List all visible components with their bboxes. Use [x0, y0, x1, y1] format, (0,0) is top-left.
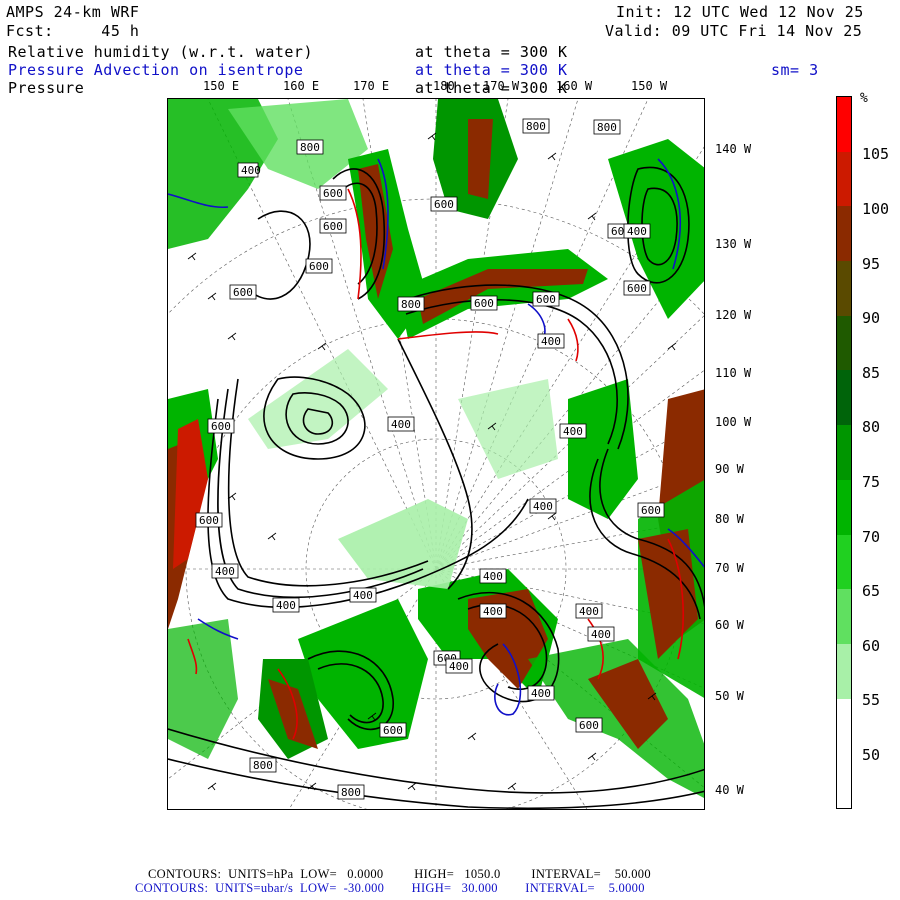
colorbar-label: 95: [862, 255, 881, 273]
contour-label: 600: [434, 198, 454, 211]
contour-label: 400: [579, 605, 599, 618]
contour-label: 600: [627, 282, 647, 295]
contour-label: 400: [353, 589, 373, 602]
weather-map-page: AMPS 24-km WRF Fcst: 45 h Init: 12 UTC W…: [0, 0, 900, 900]
field1-name: Relative humidity (w.r.t. water): [8, 43, 313, 61]
lon-label: 170 E: [353, 79, 390, 93]
colorbar-segment: [837, 753, 851, 809]
contour-label: 800: [300, 141, 320, 154]
colorbar-label: 50: [862, 746, 881, 764]
colorbar-segment: [837, 206, 851, 262]
forecast-hour: Fcst: 45 h: [6, 22, 140, 40]
colorbar-segment: [837, 643, 851, 700]
field3-name: Pressure: [8, 79, 85, 97]
lon-label: 160 E: [283, 79, 320, 93]
contour-label: 800: [526, 120, 546, 133]
contour-label: 600: [474, 297, 494, 310]
colorbar-label: 75: [862, 473, 881, 491]
contour-label: 400: [563, 425, 583, 438]
contour-label: 600: [199, 514, 219, 527]
colorbar-unit: %: [860, 91, 868, 106]
lon-label: 150 W: [631, 79, 668, 93]
field1-level: at theta = 300 K: [415, 43, 568, 61]
contour-label: 400: [215, 565, 235, 578]
contour-label: 400: [241, 164, 261, 177]
contour-label: 600: [309, 260, 329, 273]
contour-label: 400: [541, 335, 561, 348]
map-svg: 800 800 800 400 600 600 600 600 800 600 …: [168, 99, 704, 809]
contour-label: 600: [641, 504, 661, 517]
colorbar-label: 100: [862, 200, 890, 218]
lon-label-right: 120 W: [715, 308, 752, 322]
footer-contours-advection: CONTOURS: UNITS=ubar/s LOW= -30.000 HIGH…: [135, 881, 645, 895]
lon-label-right: 50 W: [715, 689, 744, 703]
map-plot-area: 800 800 800 400 600 600 600 600 800 600 …: [167, 98, 705, 810]
contour-label: 400: [531, 687, 551, 700]
colorbar-segment: [837, 97, 851, 153]
colorbar-segment: [837, 425, 851, 481]
colorbar-label: 70: [862, 528, 881, 546]
contour-label: 400: [483, 605, 503, 618]
lon-label-right: 100 W: [715, 415, 752, 429]
init-time: Init: 12 UTC Wed 12 Nov 25: [616, 3, 864, 21]
valid-time: Valid: 09 UTC Fri 14 Nov 25: [605, 22, 863, 40]
contour-label: 600: [323, 187, 343, 200]
colorbar-segment: [837, 534, 851, 590]
field2-name: Pressure Advection on isentrope: [8, 61, 304, 79]
colorbar-label: 55: [862, 691, 881, 709]
contour-label: 600: [233, 286, 253, 299]
contour-label: 600: [211, 420, 231, 433]
lon-label-right: 140 W: [715, 142, 752, 156]
colorbar: [836, 96, 852, 809]
colorbar-segment: [837, 698, 851, 754]
lon-label-right: 80 W: [715, 512, 744, 526]
contour-label: 800: [341, 786, 361, 799]
colorbar-segment: [837, 261, 851, 317]
footer-contours-pressure: CONTOURS: UNITS=hPa LOW= 0.0000 HIGH= 10…: [148, 867, 651, 881]
colorbar-label: 85: [862, 364, 881, 382]
colorbar-segment: [837, 589, 851, 645]
colorbar-label: 80: [862, 418, 881, 436]
field2-smoothing: sm= 3: [771, 61, 819, 79]
contour-label: 400: [533, 500, 553, 513]
contour-label: 400: [591, 628, 611, 641]
lon-label-right: 40 W: [715, 783, 744, 797]
model-title: AMPS 24-km WRF: [6, 3, 140, 21]
lon-label: 160 W: [556, 79, 593, 93]
colorbar-label: 60: [862, 637, 881, 655]
field2-level: at theta = 300 K: [415, 61, 568, 79]
colorbar-segment: [837, 315, 851, 371]
lon-label-right: 110 W: [715, 366, 752, 380]
contour-label: 600: [579, 719, 599, 732]
colorbar-label: 90: [862, 309, 881, 327]
contour-label: 400: [276, 599, 296, 612]
contour-label: 400: [627, 225, 647, 238]
lon-label: 150 E: [203, 79, 240, 93]
lon-label-right: 60 W: [715, 618, 744, 632]
lon-label: 170 W: [483, 79, 520, 93]
contour-label: 600: [323, 220, 343, 233]
lon-label: 180: [433, 79, 455, 93]
contour-label: 800: [253, 759, 273, 772]
lon-label-right: 90 W: [715, 462, 744, 476]
contour-label: 400: [449, 660, 469, 673]
colorbar-segment: [837, 151, 851, 207]
contour-label: 600: [383, 724, 403, 737]
lon-label-right: 70 W: [715, 561, 744, 575]
colorbar-label: 65: [862, 582, 881, 600]
colorbar-label: 105: [862, 145, 890, 163]
contour-label: 800: [597, 121, 617, 134]
contour-label: 400: [483, 570, 503, 583]
contour-label: 800: [401, 298, 421, 311]
lon-label-right: 130 W: [715, 237, 752, 251]
contour-label: 400: [391, 418, 411, 431]
colorbar-segment: [837, 479, 851, 536]
colorbar-segment: [837, 370, 851, 426]
contour-label: 600: [536, 293, 556, 306]
